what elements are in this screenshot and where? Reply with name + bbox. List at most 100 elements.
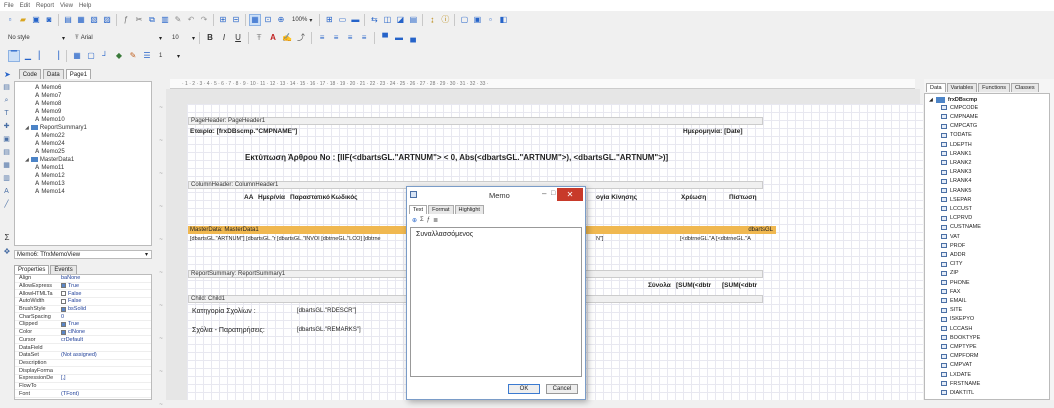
tab-events[interactable]: Events [50,265,77,274]
frame-none-icon[interactable]: ▫ [484,14,496,26]
field-item[interactable]: CMPCATG [941,122,977,130]
italic-icon[interactable]: I [218,32,230,44]
line-width-combo[interactable]: 1 [155,50,175,62]
col-debit-memo[interactable]: Χρέωση [681,194,706,201]
valign-middle-icon[interactable]: ▬ [393,32,405,44]
font-settings-icon[interactable]: Ŧ [253,32,265,44]
property-row[interactable]: Description [15,360,151,368]
dataset-root[interactable]: ◢ frxDBscmp [929,96,977,104]
close-icon[interactable]: ✕ [557,188,583,201]
minimize-icon[interactable]: – [542,189,546,198]
cancel-button[interactable]: Cancel [546,384,578,394]
menu-view[interactable]: View [60,3,73,9]
picture-icon[interactable]: ▣ [2,134,12,144]
zoom-icon[interactable]: ⊕ [275,14,287,26]
tree-item[interactable]: A Memo11 [35,164,64,171]
memo-text-area[interactable]: Συναλλασσόμενος [410,227,582,377]
frame-left-icon[interactable]: ▏ [36,50,48,62]
col-aa-memo[interactable]: ΑΑ [244,194,253,201]
tab-text[interactable]: Text [409,205,428,214]
tab-functions[interactable]: Functions [978,83,1011,92]
field-item[interactable]: BOOKTYPE [941,334,980,342]
dialog-titlebar[interactable]: Memo – □ ✕ [407,187,585,204]
checkbox[interactable] [61,283,66,289]
underline-icon[interactable]: U [232,32,244,44]
company-memo[interactable]: Εταιρία: [frxDBscmp."CMPNAME"] [190,128,297,135]
checkbox[interactable] [61,329,66,335]
category-value-memo[interactable]: [dbartsGL."RDESCR"] [297,308,356,314]
totals-label-memo[interactable]: Σύνολα [648,282,671,289]
format-painter-icon[interactable]: ✎ [172,14,184,26]
field-item[interactable]: PROF [941,242,965,250]
expand-arrow-icon[interactable]: ◢ [929,97,933,103]
insert-format-icon[interactable]: ƒ [427,217,430,224]
field-item[interactable]: LSEPAR [941,196,971,204]
fill-color-icon[interactable]: ◆ [113,50,125,62]
table-tool-icon[interactable]: ▥ [2,173,12,183]
insert-aggregate-icon[interactable]: Σ [420,217,424,224]
property-value-cell[interactable]: bsSolid [61,306,86,312]
chevron-down-icon[interactable]: ▾ [62,35,65,42]
masterdata-fields-right[interactable]: [<dbtrneGL."A [<dbtrneGL."A [680,236,751,242]
ungroup-icon[interactable]: ⊟ [230,14,242,26]
checkbox[interactable] [61,298,66,304]
field-item[interactable]: LRANK3 [941,168,971,176]
tab-page1[interactable]: Page1 [65,69,92,79]
field-item[interactable]: LCPRVD [941,214,972,222]
insert-expression-icon[interactable]: ⊕ [412,217,417,224]
property-value-cell[interactable]: 0 [61,314,64,320]
expand-arrow-icon[interactable]: ◢ [25,157,29,163]
text-tool-icon[interactable]: T [2,108,12,118]
inspector-splitter[interactable]: ~ ~ ~ ~ ~ ~ ~ ~ ~ ~ [156,95,166,408]
tree-item[interactable]: A Memo7 [35,92,61,99]
zoom-tool-icon[interactable]: ⌕ [2,95,12,105]
property-row[interactable]: DataField [15,344,151,352]
field-item[interactable]: LCCUST [941,205,972,213]
tree-item[interactable]: A Memo25 [35,148,65,155]
property-row[interactable]: AutoWidth False [15,298,151,306]
menu-help[interactable]: Help [79,3,91,9]
font-combo[interactable]: Ŧ Arial [71,32,157,44]
report-options-icon[interactable]: ◫ [381,14,393,26]
valign-top-icon[interactable]: ▀ [379,32,391,44]
field-item[interactable]: EMAIL [941,297,967,305]
frame-top-icon[interactable]: ▔ [8,50,20,62]
frame-right-icon[interactable]: ▕ [50,50,62,62]
frame-icon[interactable]: ▢ [458,14,470,26]
totals-credit-memo[interactable]: [SUM(<dbtr [722,282,757,289]
field-item[interactable]: PHONE [941,279,970,287]
paste-icon[interactable]: ▥ [159,14,171,26]
remarks-value-memo[interactable]: [dbartsGL."REMARKS"] [297,327,361,333]
line-width-icon[interactable]: ☰ [141,50,153,62]
field-item[interactable]: CMPFORM [941,352,978,360]
frame-style-icon[interactable]: ┘ [99,50,111,62]
checkbox[interactable] [61,291,66,297]
property-value-cell[interactable]: baNone [61,275,80,281]
col-kind-memo[interactable]: ογία Κίνησης [596,194,637,201]
field-item[interactable]: DIAKTITL [941,389,974,397]
tab-highlight[interactable]: Highlight [454,205,484,214]
variables-icon[interactable]: ƒ [120,14,132,26]
style-combo[interactable]: No style [4,32,60,44]
tab-variables[interactable]: Variables [946,83,978,92]
field-item[interactable]: LCCASH [941,325,972,333]
data-icon[interactable]: ▬ [349,14,361,26]
tab-order-icon[interactable]: ⇆ [368,14,380,26]
show-grid-icon[interactable]: ▦ [249,14,261,26]
frame-color-icon[interactable]: ✎ [127,50,139,62]
tab-data-tree[interactable]: Data [926,83,946,92]
maximize-icon[interactable]: □ [551,190,555,197]
frame-no-lines-icon[interactable]: ▢ [85,50,97,62]
subreport-icon[interactable]: ▤ [2,147,12,157]
field-item[interactable]: CUSTNAME [941,224,981,232]
property-row[interactable]: BrushStyle bsSolid [15,306,151,314]
tree-item[interactable]: A Memo24 [35,140,65,147]
property-row[interactable]: DisplayForma [15,367,151,375]
property-row[interactable]: AllowExpress True [15,283,151,291]
page-settings-icon[interactable]: ▨ [101,14,113,26]
property-row[interactable]: AllowHTMLTa False [15,290,151,298]
watermark-icon[interactable]: ◪ [394,14,406,26]
property-value-cell[interactable]: crDefault [61,337,83,343]
chevron-down-icon[interactable]: ▾ [192,35,195,42]
tree-item[interactable]: A Memo12 [35,172,65,179]
